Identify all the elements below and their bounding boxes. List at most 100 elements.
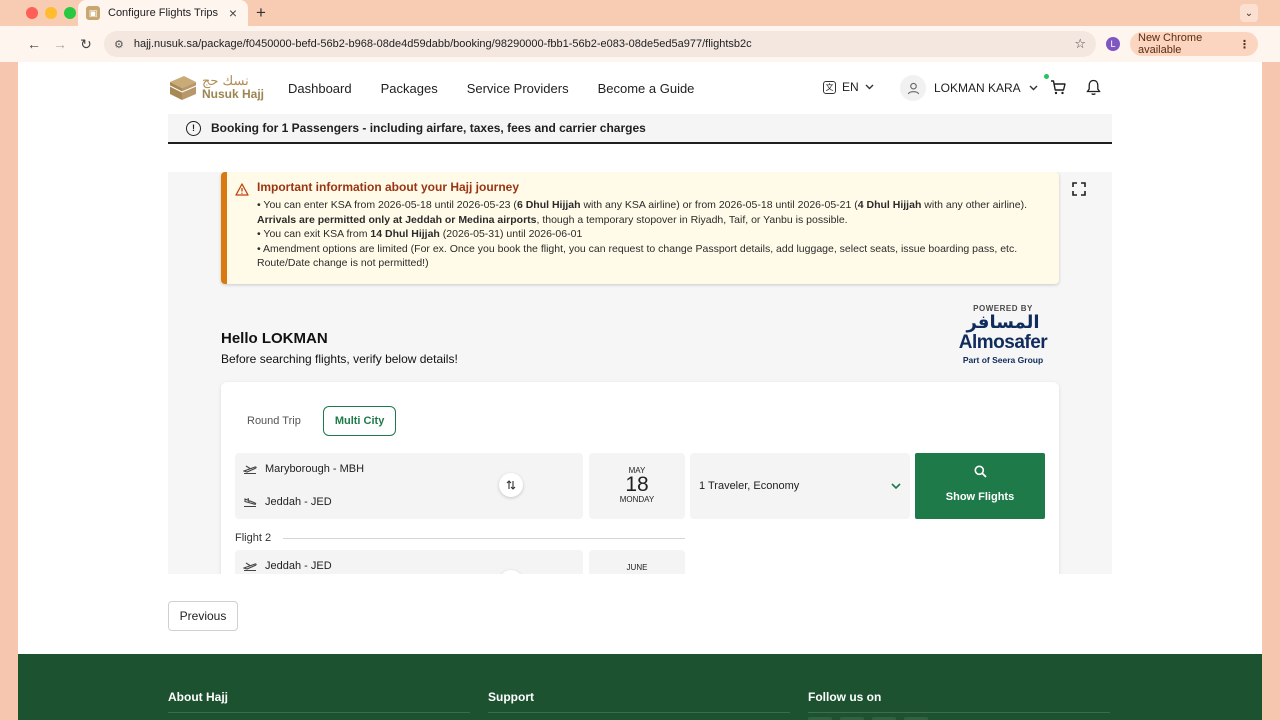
reload-icon[interactable]: ↻ [76,34,96,54]
site-info-icon[interactable]: ⚙ [114,38,124,51]
trip-type-toggle: Round Trip Multi City [237,406,397,436]
address-bar[interactable]: ⚙ hajj.nusuk.sa/package/f0450000-befd-56… [104,31,1096,57]
nav-service-providers[interactable]: Service Providers [467,81,569,96]
flight2-month: JUNE [626,563,648,572]
flight2-heading: Flight 2 [235,532,272,544]
nav-dashboard[interactable]: Dashboard [288,81,352,96]
plane-departure-icon [243,562,257,571]
profile-avatar[interactable]: L [1106,37,1120,51]
logo-english-text: Nusuk Hajj [202,86,265,101]
flight1-date-field[interactable]: MAY 18 MONDAY [589,453,685,519]
swap-route-button[interactable] [499,570,523,574]
flight2-origin[interactable]: Jeddah - JED [243,560,332,572]
bookmark-star-icon[interactable]: ☆ [1074,36,1086,52]
flight-booking-embed: Important information about your Hajj jo… [168,172,1112,574]
alert-bold-text: Arrivals are permitted only at Jeddah or… [257,213,537,226]
main-nav: Dashboard Packages Service Providers Bec… [288,62,694,114]
forward-arrow-icon[interactable]: → [50,34,70,54]
footer-follow-heading: Follow us on [808,690,882,704]
flight2-origin-text: Jeddah - JED [265,560,332,572]
traveler-class-select[interactable]: 1 Traveler, Economy [690,453,910,519]
tab-multi-city[interactable]: Multi City [322,406,397,436]
footer-about-heading: About Hajj [168,690,228,704]
show-flights-label: Show Flights [945,491,1015,503]
footer-divider [488,712,790,713]
flight1-route-field: Maryborough - MBH Jeddah - JED [235,453,583,519]
hajj-info-alert: Important information about your Hajj jo… [221,172,1059,284]
flight2-route-field: Jeddah - JED [235,550,583,574]
alert-text: (2026-05-31) until 2026-06-01 [439,228,583,240]
back-arrow-icon[interactable]: ← [24,34,44,54]
window-maximize-button[interactable] [64,7,76,19]
online-status-dot [1044,74,1049,79]
flight1-origin[interactable]: Maryborough - MBH [243,463,364,475]
warning-triangle-icon [235,183,249,196]
tab-search-chevron-icon[interactable]: ⌄ [1240,4,1258,22]
almosafer-arabic-text: المسافر [966,312,1040,333]
user-name: LOKMAN KARA [934,81,1021,95]
alert-text: • Amendment options are limited (For ex.… [257,242,1018,255]
nav-become-a-guide[interactable]: Become a Guide [598,81,695,96]
notification-bell-icon[interactable] [1086,79,1101,96]
language-label: EN [842,80,859,94]
flight2-date-field[interactable]: JUNE [589,550,685,574]
nav-packages[interactable]: Packages [381,81,438,96]
plane-arrival-icon [244,497,257,507]
tab-title: Configure Flights Trips [108,7,219,19]
chrome-update-button[interactable]: New Chrome available ⋮ [1130,32,1258,56]
language-selector[interactable]: 文 EN [823,80,874,94]
chrome-update-label: New Chrome available [1138,32,1203,56]
booking-summary-text: Booking for 1 Passengers - including air… [211,121,646,135]
almosafer-logo: POWERED BY المسافر Almosafer Part of See… [948,304,1058,365]
footer-follow-column: Follow us on [808,690,1110,720]
chevron-down-icon [891,483,901,489]
flight2-divider [283,538,685,539]
site-header: نسك حج Nusuk Hajj Dashboard Packages Ser… [18,62,1262,114]
flight1-origin-text: Maryborough - MBH [265,463,365,475]
alert-bold-text: 4 Dhul Hijjah [857,199,922,211]
alert-bold-text: 6 Dhul Hijjah [516,199,581,211]
window-minimize-button[interactable] [45,7,57,19]
alert-body: • You can enter KSA from 2026-05-18 unti… [257,198,1049,271]
swap-route-button[interactable] [499,473,523,497]
footer-support-column: Support [488,690,790,713]
search-icon [974,465,987,478]
browser-toolbar: ← → ↻ ⚙ hajj.nusuk.sa/package/f0450000-b… [0,26,1280,62]
site-footer: About Hajj Support Follow us on [18,654,1262,720]
cart-icon[interactable] [1050,80,1066,95]
seera-group-text: Part of Seera Group [962,355,1044,365]
alert-text: , though a temporary stopover in Riyadh,… [536,213,848,226]
greeting-title: Hello LOKMAN [221,330,328,347]
url-text: hajj.nusuk.sa/package/f0450000-befd-56b2… [133,38,752,50]
flight1-day: 18 [625,473,649,496]
window-close-button[interactable] [26,7,38,19]
alert-bold-text: 14 Dhul Hijjah [370,228,440,240]
greeting-subtitle: Before searching flights, verify below d… [221,352,458,366]
tab-close-icon[interactable]: × [226,5,240,21]
chevron-down-icon [1029,85,1038,91]
browser-tab-strip: ▣ Configure Flights Trips × + ⌄ [0,0,1280,26]
browser-tab[interactable]: ▣ Configure Flights Trips × [78,0,248,26]
alert-text: with any KSA airline) or from 2026-05-18… [580,199,858,211]
booking-summary-banner: ! Booking for 1 Passengers - including a… [168,114,1112,144]
info-icon: ! [186,120,201,136]
show-flights-button[interactable]: Show Flights [915,453,1045,519]
alert-text: with any other airline). [921,199,1027,211]
logo-arabic-text: نسك حج [202,73,249,89]
user-menu[interactable]: LOKMAN KARA [900,75,1038,101]
traveler-class-text: 1 Traveler, Economy [699,480,800,492]
alert-title: Important information about your Hajj jo… [257,180,520,194]
nusuk-hajj-logo[interactable]: نسك حج Nusuk Hajj [168,72,264,102]
kaaba-favicon-icon: ▣ [86,6,100,20]
flight-search-card: Round Trip Multi City Maryborough - MBH … [221,382,1059,574]
alert-text: • You can enter KSA from 2026-05-18 unti… [257,199,517,211]
flight1-weekday: MONDAY [619,495,655,504]
plane-departure-icon [243,465,257,474]
flight1-destination[interactable]: Jeddah - JED [243,496,332,508]
fullscreen-expand-icon[interactable] [1072,182,1086,196]
previous-button[interactable]: Previous [168,601,238,631]
tab-round-trip[interactable]: Round Trip [237,408,311,434]
new-tab-icon[interactable]: + [256,3,266,23]
translate-icon: 文 [823,80,836,94]
more-menu-icon[interactable]: ⋮ [1239,38,1250,51]
